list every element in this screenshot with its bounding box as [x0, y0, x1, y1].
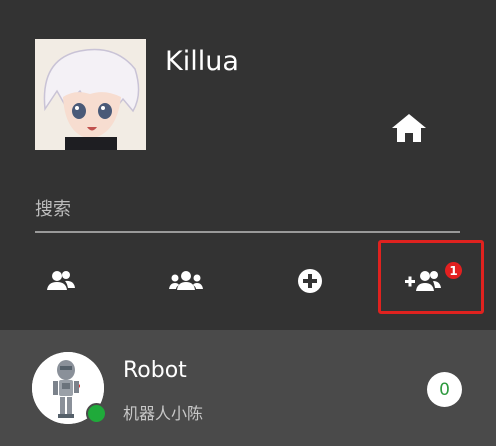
contact-subtitle: 机器人小陈	[123, 404, 204, 423]
group-icon	[169, 271, 203, 290]
online-status-dot	[86, 403, 107, 424]
home-button[interactable]	[389, 110, 429, 146]
home-icon	[392, 114, 426, 142]
header: Killua 搜索 1	[0, 0, 496, 330]
search-bar	[35, 195, 460, 233]
search-input[interactable]	[35, 195, 455, 223]
add-circle-icon	[298, 269, 322, 293]
unread-count-badge: 0	[427, 372, 462, 407]
tab-friend-requests[interactable]	[393, 258, 453, 304]
profile-name: Killua	[165, 46, 239, 77]
tab-groups[interactable]	[156, 258, 216, 304]
add-friend-icon	[405, 271, 441, 291]
contact-name: Robot	[123, 358, 187, 383]
tab-add[interactable]	[280, 258, 340, 304]
profile-avatar[interactable]	[35, 39, 146, 150]
contacts-icon	[47, 271, 75, 290]
profile-avatar-image	[35, 39, 146, 150]
tab-contacts[interactable]	[31, 258, 91, 304]
friend-request-badge: 1	[445, 262, 462, 279]
contact-list-item[interactable]: Robot 机器人小陈 0	[0, 330, 496, 446]
